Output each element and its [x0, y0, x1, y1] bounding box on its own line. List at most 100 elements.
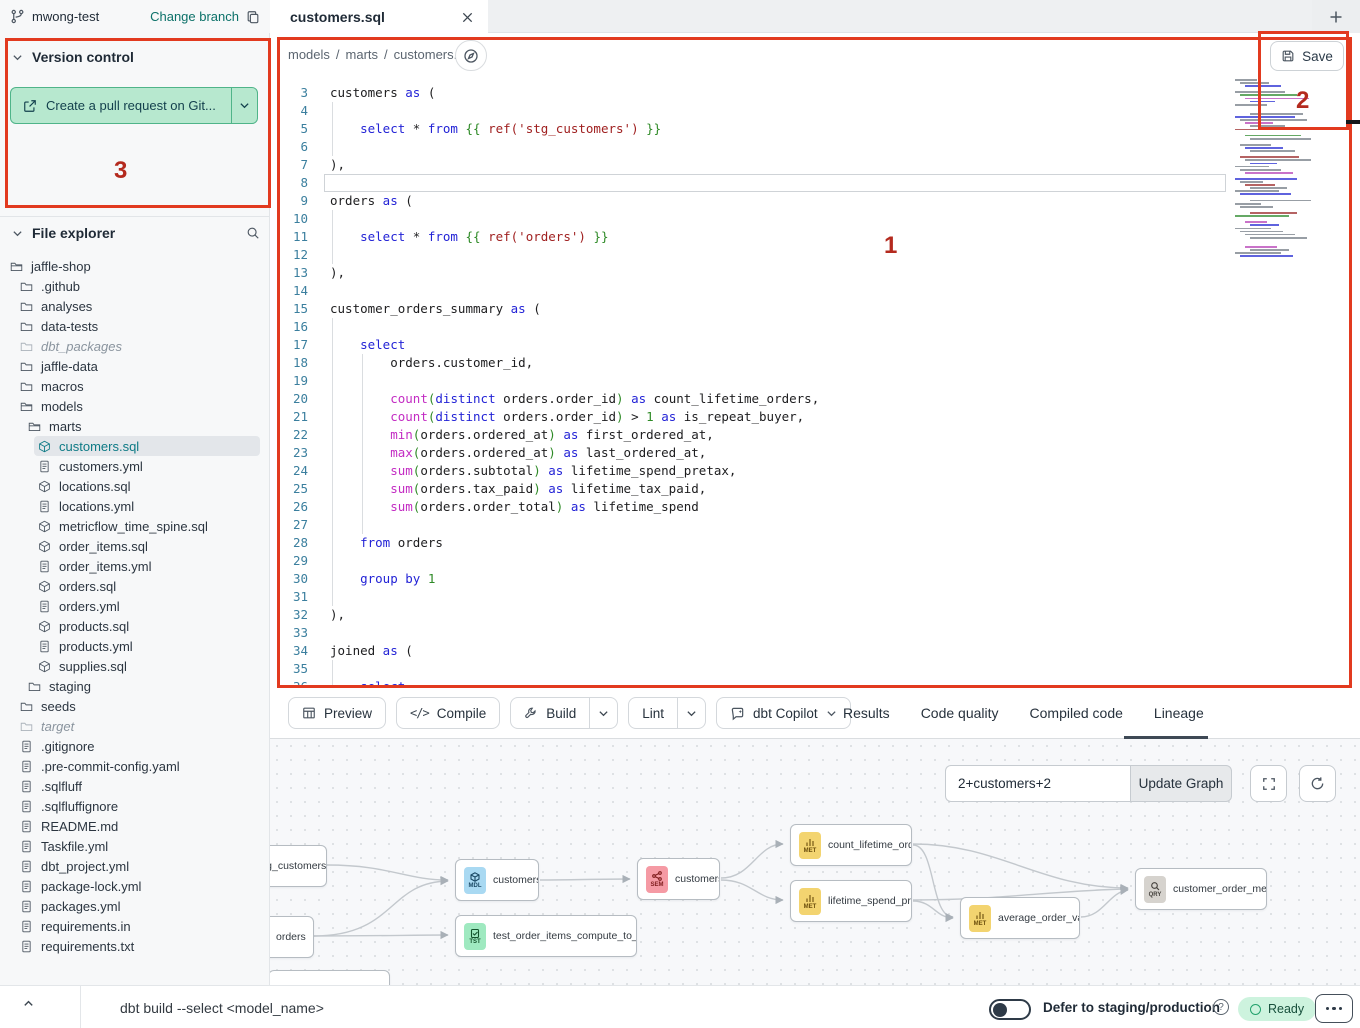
more-options-button[interactable] — [1315, 994, 1353, 1023]
copilot-compass-button[interactable] — [455, 40, 487, 71]
chevron-up-icon[interactable] — [22, 997, 35, 1010]
tree-item-products-yml[interactable]: products.yml — [0, 636, 270, 656]
tree-item-marts[interactable]: marts — [0, 416, 270, 436]
code-line-22[interactable]: 22 min(orders.ordered_at) as first_order… — [270, 426, 1360, 444]
code-line-18[interactable]: 18 orders.customer_id, — [270, 354, 1360, 372]
code-editor[interactable]: 3customers as (45 select * from {{ ref('… — [270, 75, 1360, 688]
lineage-node-average-order-value[interactable]: METaverage_order_value — [960, 897, 1080, 939]
tree-item-order-items-yml[interactable]: order_items.yml — [0, 556, 270, 576]
tree-item--sqlfluffignore[interactable]: .sqlfluffignore — [0, 796, 270, 816]
tree-item-supplies-sql[interactable]: supplies.sql — [0, 656, 270, 676]
tree-item--pre-commit-config-yaml[interactable]: .pre-commit-config.yaml — [0, 756, 270, 776]
code-line-21[interactable]: 21 count(distinct orders.order_id) > 1 a… — [270, 408, 1360, 426]
lineage-node-test-order-items-compute-to-bools-[interactable]: TSTtest_order_items_compute_to_bools... — [455, 915, 637, 957]
code-line-10[interactable]: 10 — [270, 210, 1360, 228]
file-explorer-header[interactable]: File explorer — [12, 225, 260, 241]
tree-item-package-lock-yml[interactable]: package-lock.yml — [0, 876, 270, 896]
preview-button[interactable]: Preview — [288, 697, 386, 729]
tree-item-jaffle-data[interactable]: jaffle-data — [0, 356, 270, 376]
tree-item-staging[interactable]: staging — [0, 676, 270, 696]
version-control-header[interactable]: Version control — [12, 49, 134, 65]
tree-item-products-sql[interactable]: products.sql — [0, 616, 270, 636]
lineage-node-orders[interactable]: orders — [270, 916, 314, 958]
code-line-27[interactable]: 27 — [270, 516, 1360, 534]
code-line-35[interactable]: 35 — [270, 660, 1360, 678]
code-line-15[interactable]: 15customer_orders_summary as ( — [270, 300, 1360, 318]
breadcrumb-marts[interactable]: marts — [346, 47, 379, 62]
tree-item-customers-sql[interactable]: customers.sql — [34, 436, 260, 456]
code-line-26[interactable]: 26 sum(orders.order_total) as lifetime_s… — [270, 498, 1360, 516]
lint-dropdown-chevron[interactable] — [677, 698, 705, 728]
tree-item-packages-yml[interactable]: packages.yml — [0, 896, 270, 916]
defer-toggle[interactable] — [989, 999, 1031, 1020]
tree-item-target[interactable]: target — [0, 716, 270, 736]
code-line-31[interactable]: 31 — [270, 588, 1360, 606]
lineage-node-partial[interactable] — [270, 970, 390, 985]
tree-item-analyses[interactable]: analyses — [0, 296, 270, 316]
code-line-11[interactable]: 11 select * from {{ ref('orders') }} — [270, 228, 1360, 246]
code-line-9[interactable]: 9orders as ( — [270, 192, 1360, 210]
build-button[interactable]: Build — [510, 697, 618, 729]
tree-item-models[interactable]: models — [0, 396, 270, 416]
code-line-25[interactable]: 25 sum(orders.tax_paid) as lifetime_tax_… — [270, 480, 1360, 498]
ready-status-badge[interactable]: Ready — [1238, 997, 1316, 1021]
code-line-28[interactable]: 28 from orders — [270, 534, 1360, 552]
create-pull-request-button[interactable]: Create a pull request on Git... — [10, 87, 258, 124]
code-line-13[interactable]: 13), — [270, 264, 1360, 282]
compile-button[interactable]: </> Compile — [396, 697, 500, 729]
refresh-button[interactable] — [1299, 765, 1336, 802]
tab-compiled-code[interactable]: Compiled code — [1030, 697, 1123, 729]
code-line-34[interactable]: 34joined as ( — [270, 642, 1360, 660]
change-branch-link[interactable]: Change branch — [150, 9, 239, 24]
minimap[interactable] — [1231, 79, 1311, 269]
tree-item-locations-yml[interactable]: locations.yml — [0, 496, 270, 516]
fullscreen-button[interactable] — [1250, 765, 1287, 802]
tree-item-orders-yml[interactable]: orders.yml — [0, 596, 270, 616]
code-line-14[interactable]: 14 — [270, 282, 1360, 300]
code-line-32[interactable]: 32), — [270, 606, 1360, 624]
update-graph-button[interactable]: Update Graph — [1130, 765, 1232, 802]
tree-item-macros[interactable]: macros — [0, 376, 270, 396]
code-line-17[interactable]: 17 select — [270, 336, 1360, 354]
lineage-node-customer-order-metrics[interactable]: QRYcustomer_order_metrics — [1135, 868, 1267, 910]
lint-button[interactable]: Lint — [628, 697, 706, 729]
tab-code-quality[interactable]: Code quality — [921, 697, 999, 729]
editor-tab-customers-sql[interactable]: customers.sql — [270, 0, 488, 34]
tree-item--github[interactable]: .github — [0, 276, 270, 296]
tab-results[interactable]: Results — [843, 697, 890, 729]
code-line-16[interactable]: 16 — [270, 318, 1360, 336]
tree-item-requirements-txt[interactable]: requirements.txt — [0, 936, 270, 956]
copy-icon[interactable] — [246, 10, 260, 24]
tree-item-locations-sql[interactable]: locations.sql — [0, 476, 270, 496]
lineage-node-lifetime-spend-pretax[interactable]: METlifetime_spend_pretax — [790, 880, 912, 922]
tree-item-dbt-packages[interactable]: dbt_packages — [0, 336, 270, 356]
tree-item-dbt-project-yml[interactable]: dbt_project.yml — [0, 856, 270, 876]
build-dropdown-chevron[interactable] — [589, 698, 617, 728]
dbt-copilot-button[interactable]: dbt Copilot — [716, 697, 851, 729]
code-line-29[interactable]: 29 — [270, 552, 1360, 570]
tree-item--gitignore[interactable]: .gitignore — [0, 736, 270, 756]
code-line-6[interactable]: 6 — [270, 138, 1360, 156]
code-line-24[interactable]: 24 sum(orders.subtotal) as lifetime_spen… — [270, 462, 1360, 480]
lineage-node-customers[interactable]: MDLcustomers — [455, 859, 539, 901]
breadcrumb-models[interactable]: models — [288, 47, 330, 62]
lineage-graph-panel[interactable]: stg_customersorders MDLcustomers TSTtest_o… — [270, 739, 1360, 985]
tree-item-metricflow-time-spine-sql[interactable]: metricflow_time_spine.sql — [0, 516, 270, 536]
lineage-selector-input[interactable] — [945, 765, 1130, 802]
tree-item-jaffle-shop[interactable]: jaffle-shop — [0, 256, 270, 276]
lineage-node-stg-customers[interactable]: stg_customers — [270, 845, 327, 887]
search-icon[interactable] — [246, 226, 260, 240]
tree-item-readme-md[interactable]: README.md — [0, 816, 270, 836]
help-icon[interactable]: ? — [1213, 999, 1229, 1015]
tab-lineage[interactable]: Lineage — [1154, 697, 1204, 729]
code-line-12[interactable]: 12 — [270, 246, 1360, 264]
lineage-node-customers[interactable]: SEMcustomers — [637, 858, 720, 900]
code-line-30[interactable]: 30 group by 1 — [270, 570, 1360, 588]
code-line-3[interactable]: 3customers as ( — [270, 84, 1360, 102]
tree-item-data-tests[interactable]: data-tests — [0, 316, 270, 336]
new-tab-button[interactable] — [1312, 0, 1360, 33]
tree-item-requirements-in[interactable]: requirements.in — [0, 916, 270, 936]
pr-dropdown-chevron[interactable] — [231, 88, 257, 123]
code-line-33[interactable]: 33 — [270, 624, 1360, 642]
tree-item-seeds[interactable]: seeds — [0, 696, 270, 716]
